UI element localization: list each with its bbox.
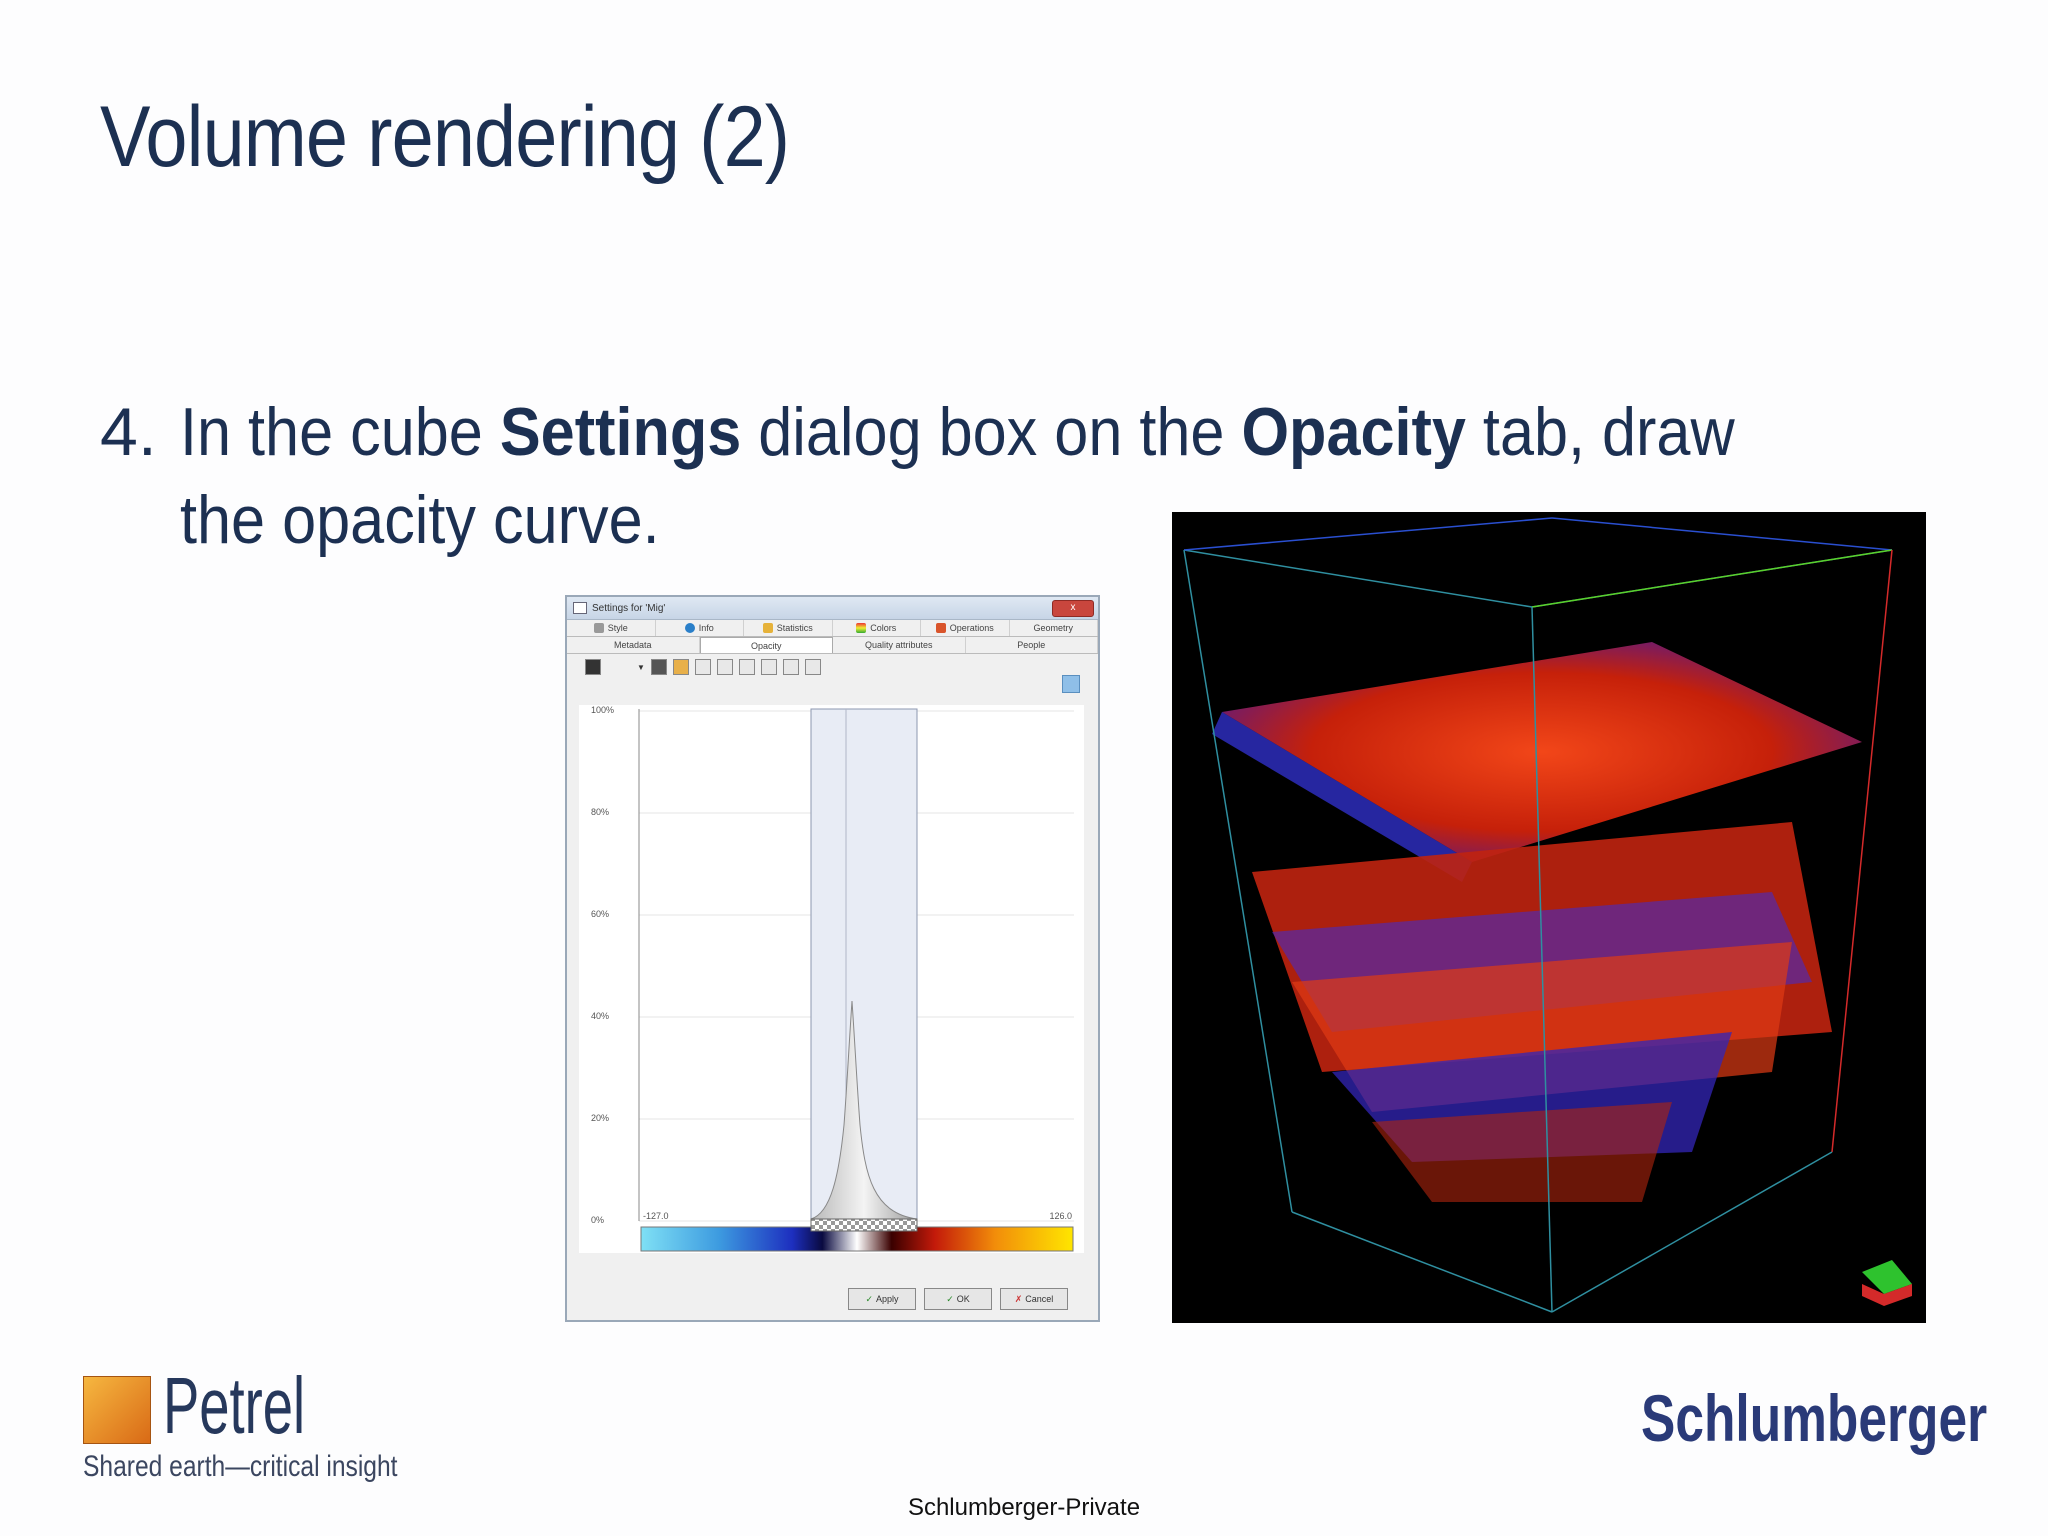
schlumberger-logo: Schlumberger [1641, 1381, 1988, 1455]
help-icon[interactable] [1062, 675, 1080, 693]
info-icon [684, 623, 695, 633]
y-axis-label: 20% [591, 1113, 610, 1123]
zoom-in-icon[interactable] [716, 659, 733, 675]
curve-tool-icon[interactable] [672, 659, 689, 675]
tab-info[interactable]: Info [656, 620, 744, 636]
statistics-icon [762, 623, 773, 633]
tab-row-2: Metadata Opacity Quality attributes Peop… [567, 637, 1098, 654]
opacity-toolbar: ▼ [567, 654, 1098, 680]
colors-icon [856, 623, 867, 633]
tab-row-1: Style Info Statistics Colors Operations … [567, 620, 1098, 637]
operations-icon [935, 623, 946, 633]
tab-geometry[interactable]: Geometry [1010, 620, 1098, 636]
check-icon: ✓ [946, 1293, 954, 1304]
dropdown-arrow-icon[interactable]: ▼ [637, 663, 645, 672]
apply-label: Apply [876, 1294, 899, 1304]
tab-label: Colors [870, 623, 897, 633]
y-axis-label: 60% [591, 909, 610, 919]
apply-button[interactable]: ✓ Apply [848, 1288, 916, 1310]
close-button[interactable]: x [1052, 600, 1094, 617]
seismic-volume-image [1172, 512, 1926, 1323]
check-icon: ✓ [865, 1293, 874, 1304]
petrel-wordmark: Petrel [163, 1361, 306, 1450]
dialog-buttons: ✓ Apply ✓ OK ✗ Cancel [848, 1288, 1068, 1310]
cancel-label: Cancel [1025, 1294, 1054, 1304]
window-icon [573, 602, 587, 614]
ok-button[interactable]: ✓ OK [924, 1288, 992, 1310]
tab-colors[interactable]: Colors [833, 620, 921, 636]
slide-title: Volume rendering (2) [100, 89, 790, 185]
petrel-logo: Petrel Shared earth—critical insight [83, 1361, 403, 1488]
tab-statistics[interactable]: Statistics [744, 620, 833, 636]
redo-icon[interactable] [804, 659, 821, 675]
tab-people[interactable]: People [966, 637, 1098, 653]
zoom-out-icon[interactable] [738, 659, 755, 675]
table-icon[interactable] [760, 659, 777, 675]
bullet-number: 4. [100, 394, 157, 470]
dialog-titlebar: Settings for 'Mig' [567, 597, 1098, 620]
bullet-text-part: dialog box on the [741, 394, 1242, 470]
undo-icon[interactable] [782, 659, 799, 675]
tab-label: Geometry [1033, 623, 1073, 633]
y-axis-label: 40% [591, 1011, 610, 1021]
bullet-bold-opacity: Opacity [1241, 394, 1466, 470]
bullet-bold-settings: Settings [499, 394, 742, 470]
dialog-title: Settings for 'Mig' [592, 602, 666, 614]
tab-quality-attributes[interactable]: Quality attributes [833, 637, 966, 653]
cancel-button[interactable]: ✗ Cancel [1000, 1288, 1068, 1310]
settings-dialog: Settings for 'Mig' x Style Info Statisti… [565, 595, 1100, 1322]
tab-label: Info [698, 623, 714, 633]
tab-label: Metadata [613, 640, 652, 650]
cancel-icon: ✗ [1014, 1293, 1023, 1304]
tab-label: Quality attributes [864, 640, 933, 650]
y-axis-label: 0% [591, 1215, 605, 1225]
bullet-text-part: In the cube [180, 394, 500, 470]
range-max-label: 126.0 [1049, 1211, 1072, 1221]
petrel-bird-icon [83, 1376, 151, 1444]
picture-icon[interactable] [650, 659, 667, 675]
opacity-plot[interactable]: 100% 80% 60% 40% 20% 0% -127.0 126.0 [579, 705, 1084, 1253]
tab-label: Statistics [776, 623, 813, 633]
colortable-icon[interactable] [585, 659, 601, 675]
classification-footer: Schlumberger-Private [907, 1494, 1141, 1521]
tab-style[interactable]: Style [567, 620, 656, 636]
y-axis-label: 100% [591, 705, 615, 715]
histogram-icon[interactable] [694, 659, 711, 675]
tab-label: Operations [949, 623, 994, 633]
range-min-label: -127.0 [643, 1211, 669, 1221]
y-axis-label: 80% [591, 807, 610, 817]
tab-label: Opacity [750, 640, 782, 651]
tab-opacity[interactable]: Opacity [699, 637, 833, 653]
tab-metadata[interactable]: Metadata [567, 637, 700, 653]
ok-label: OK [956, 1294, 970, 1304]
tab-label: People [1017, 640, 1046, 650]
tab-label: Style [607, 623, 628, 633]
brush-icon [593, 623, 604, 633]
tab-operations[interactable]: Operations [921, 620, 1010, 636]
petrel-tagline: Shared earth—critical insight [83, 1450, 398, 1483]
